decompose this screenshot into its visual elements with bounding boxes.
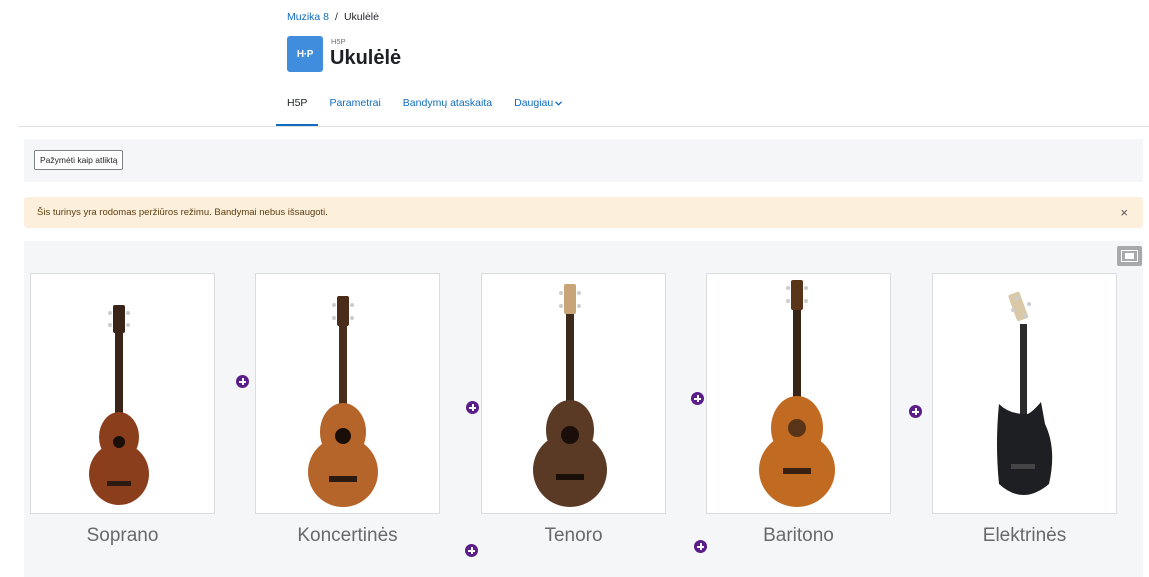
ukulele-label-baritone: Baritono xyxy=(763,525,834,546)
concert-ukulele-image xyxy=(308,296,378,507)
breadcrumb-course-link[interactable]: Muzika 8 xyxy=(287,11,329,23)
h5p-logo-text: H·P xyxy=(296,48,314,60)
plus-icon[interactable] xyxy=(236,375,249,388)
ukulele-label-electric: Elektrinės xyxy=(982,525,1067,546)
ukulele-card-tenor[interactable] xyxy=(481,273,666,514)
ukulele-card-soprano[interactable] xyxy=(30,273,215,514)
plus-icon[interactable] xyxy=(909,405,922,418)
tab-settings[interactable]: Parametrai xyxy=(318,90,391,126)
tab-h5p[interactable]: H5P xyxy=(276,90,319,126)
ukulele-label-soprano: Soprano xyxy=(86,525,159,546)
tab-more[interactable]: Daugiau xyxy=(503,90,573,126)
ukulele-card-baritone[interactable] xyxy=(706,273,891,514)
tab-attempts-report-label: Bandymų ataskaita xyxy=(402,97,493,109)
breadcrumb: Muzika 8 / Ukulėlė xyxy=(287,11,379,23)
baritone-ukulele-image xyxy=(759,280,835,507)
activity-completion-bar: Pažymėti kaip atliktą xyxy=(24,139,1143,182)
tab-h5p-label: H5P xyxy=(287,97,308,109)
page-title: Ukulėlė xyxy=(330,47,402,69)
ukulele-label-concert: Koncertinės xyxy=(297,525,398,546)
ukulele-label-tenor: Tenoro xyxy=(544,525,603,546)
plus-icon[interactable] xyxy=(466,401,479,414)
plus-icon[interactable] xyxy=(694,540,707,553)
soprano-ukulele-image xyxy=(89,305,149,505)
electric-ukulele-image xyxy=(997,291,1053,495)
h5p-activity-icon: H·P xyxy=(287,36,323,72)
preview-mode-alert: Šis turinys yra rodomas peržiūros režimu… xyxy=(24,197,1143,228)
tenor-ukulele-image xyxy=(533,284,607,507)
alert-message: Šis turinys yra rodomas peržiūros režimu… xyxy=(37,207,328,218)
tab-attempts-report[interactable]: Bandymų ataskaita xyxy=(392,90,503,126)
activity-type-label: H5P xyxy=(331,37,346,46)
nav-divider xyxy=(18,126,1149,127)
tab-settings-label: Parametrai xyxy=(329,97,381,109)
tab-more-label: Daugiau xyxy=(514,97,554,109)
ukulele-card-concert[interactable] xyxy=(255,273,440,514)
plus-icon[interactable] xyxy=(465,544,478,557)
ukulele-card-electric[interactable] xyxy=(932,273,1117,514)
secondary-navigation: H5P Parametrai Bandymų ataskaita Daugiau xyxy=(276,90,573,126)
fullscreen-icon[interactable] xyxy=(1117,246,1142,266)
breadcrumb-separator: / xyxy=(335,11,338,23)
plus-icon[interactable] xyxy=(691,392,704,405)
mark-as-done-button[interactable]: Pažymėti kaip atliktą xyxy=(34,150,124,170)
breadcrumb-current: Ukulėlė xyxy=(343,11,379,23)
chevron-down-icon xyxy=(555,99,563,108)
close-icon[interactable]: × xyxy=(1120,205,1128,220)
